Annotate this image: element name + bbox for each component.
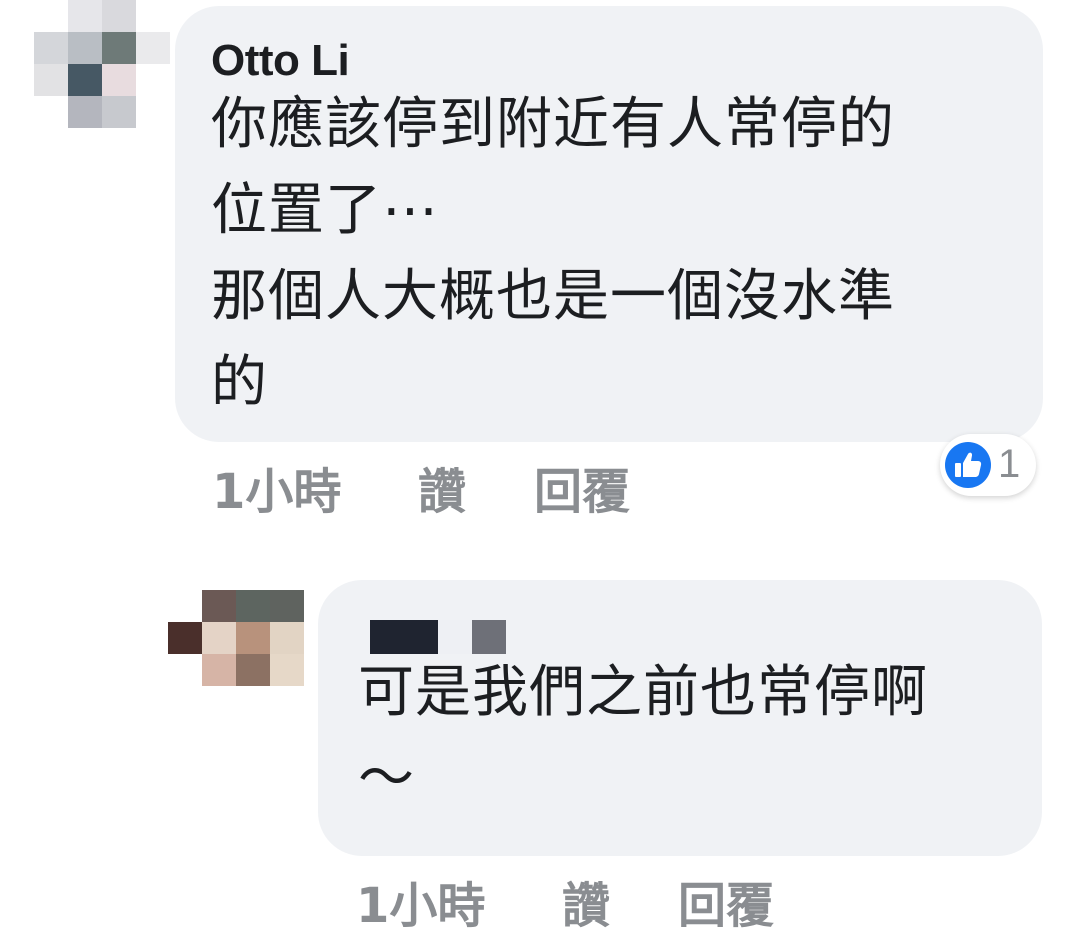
reply-button[interactable]: 回覆 (534, 452, 630, 522)
reaction-count: 1 (998, 442, 1021, 486)
comment-bubble: Otto Li 你應該停到附近有人常停的 位置了⋯ 那個人大概也是一個沒水準 的 (175, 6, 1043, 442)
comment-author-name[interactable]: Otto Li (211, 36, 350, 86)
reply-timestamp[interactable]: 1小時 (356, 866, 485, 936)
thumbs-up-icon (945, 442, 991, 488)
reply-text: 可是我們之前也常停啊 ～ (358, 660, 928, 811)
like-button[interactable]: 讚 (418, 452, 466, 522)
reply-button[interactable]: 回覆 (678, 866, 774, 936)
reply-bubble: 可是我們之前也常停啊 ～ (318, 580, 1042, 856)
comment-timestamp[interactable]: 1小時 (212, 452, 341, 522)
reply-avatar[interactable] (168, 590, 304, 686)
commenter-avatar[interactable] (34, 0, 170, 128)
reaction-summary[interactable]: 1 (940, 434, 1036, 496)
comment-text: 你應該停到附近有人常停的 位置了⋯ 那個人大概也是一個沒水準 的 (211, 92, 895, 415)
redacted-author-name[interactable] (370, 620, 506, 654)
like-button[interactable]: 讚 (562, 866, 610, 936)
